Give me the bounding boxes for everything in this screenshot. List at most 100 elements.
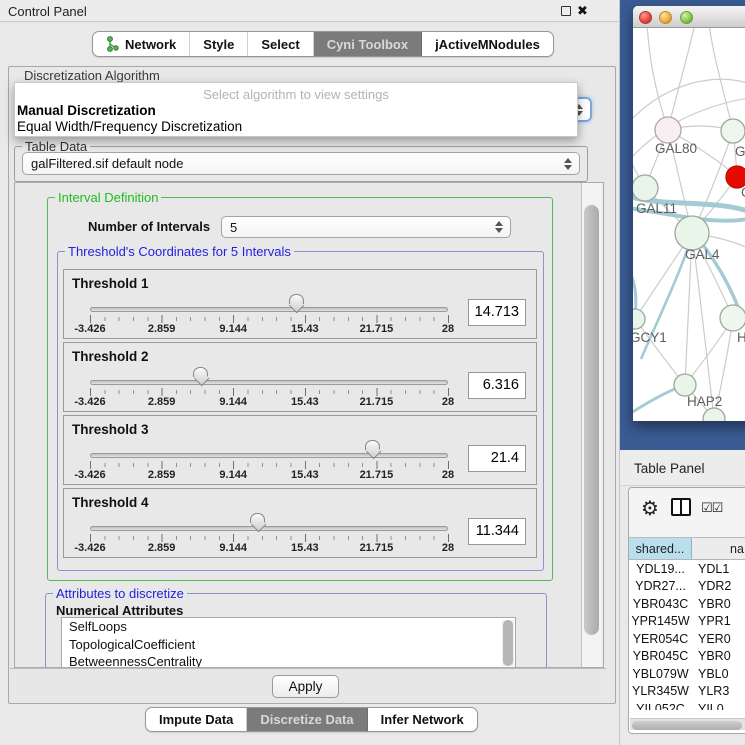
- network-node-gal11[interactable]: [633, 175, 658, 201]
- network-node-top-right[interactable]: [721, 119, 745, 143]
- list-item-betweennesscentrality[interactable]: BetweennessCentrality: [62, 653, 515, 668]
- right-panel: GAL80 G. C GAL11 GAL4 GCY1 H HAP2 Table …: [620, 0, 745, 745]
- node-label-gal4: GAL4: [685, 247, 720, 262]
- number-of-intervals-combobox[interactable]: 5: [221, 216, 511, 238]
- node-label-h: H: [737, 330, 745, 345]
- tick-label: 15.43: [291, 396, 319, 408]
- tab-discretize-data[interactable]: Discretize Data: [247, 708, 367, 731]
- algorithm-group-title: Discretization Algorithm: [24, 68, 160, 83]
- threshold-2-row: Threshold 2 -3.4262.8599.14415.4321.7152…: [63, 342, 537, 412]
- tick-label: -3.426: [74, 469, 105, 481]
- threshold-3-tick-labels: -3.4262.8599.14415.4321.71528: [90, 469, 448, 481]
- threshold-4-slider-thumb[interactable]: [250, 513, 265, 523]
- list-item-topologicalcoefficient[interactable]: TopologicalCoefficient: [62, 636, 515, 654]
- threshold-1-slider-thumb[interactable]: [289, 294, 304, 304]
- option-manual-discretization[interactable]: Manual Discretization: [15, 102, 577, 118]
- threshold-2-tick-labels: -3.4262.8599.14415.4321.71528: [90, 396, 448, 408]
- tick-label: 28: [442, 396, 454, 408]
- network-node-hap2[interactable]: [674, 374, 696, 396]
- table-row[interactable]: YBR045CYBR0: [629, 648, 745, 666]
- network-node-right-mid[interactable]: [720, 305, 745, 331]
- table-data-value: galFiltered.sif default node: [31, 156, 183, 171]
- threshold-3-slider-thumb[interactable]: [365, 440, 380, 450]
- table-row[interactable]: YBR043CYBR0: [629, 595, 745, 613]
- close-icon[interactable]: ✖: [577, 3, 588, 19]
- table-row[interactable]: YLR345WYLR3: [629, 683, 745, 701]
- attributes-group-title: Attributes to discretize: [53, 586, 187, 601]
- interval-definition-title: Interval Definition: [55, 190, 161, 205]
- tick-label: 2.859: [148, 469, 176, 481]
- threshold-2-slider-thumb[interactable]: [193, 367, 208, 377]
- apply-strip: Apply: [10, 668, 606, 702]
- list-item-selfloops[interactable]: SelfLoops: [62, 618, 515, 636]
- threshold-3-value-field[interactable]: 21.4: [468, 445, 526, 472]
- network-window-titlebar[interactable]: [633, 6, 745, 28]
- threshold-1-label: Threshold 1: [72, 276, 149, 291]
- thresholds-group-title: Threshold's Coordinates for 5 Intervals: [65, 244, 294, 259]
- tick-label: 21.715: [360, 396, 394, 408]
- threshold-1-ticks: [90, 315, 449, 323]
- tick-label: -3.426: [74, 542, 105, 554]
- threshold-1-slider-track[interactable]: [90, 307, 448, 312]
- table-toolbar: ⚙ ☑☑: [629, 488, 745, 537]
- close-traffic-light-icon[interactable]: [639, 11, 652, 24]
- tab-infer-network[interactable]: Infer Network: [368, 708, 477, 731]
- network-view-window: GAL80 G. C GAL11 GAL4 GCY1 H HAP2: [633, 6, 745, 421]
- settings-scroll-area: Interval Definition Number of Intervals …: [14, 182, 604, 668]
- threshold-3-slider-track[interactable]: [90, 453, 448, 458]
- tick-label: 28: [442, 469, 454, 481]
- tab-impute-data[interactable]: Impute Data: [146, 708, 247, 731]
- table-row[interactable]: YDR27...YDR2: [629, 578, 745, 596]
- column-header-shared-name[interactable]: shared...: [629, 538, 692, 559]
- table-horizontal-scrollbar[interactable]: [630, 718, 745, 730]
- settings-vertical-scrollbar[interactable]: [581, 183, 602, 667]
- threshold-4-value-field[interactable]: 11.344: [468, 518, 526, 545]
- network-node-gcy1[interactable]: [633, 309, 645, 329]
- threshold-4-ticks: [90, 534, 449, 542]
- option-equal-width-frequency[interactable]: Equal Width/Frequency Discretization: [15, 118, 577, 134]
- network-node-gal80[interactable]: [655, 117, 681, 143]
- table-row[interactable]: YIL052CYIL0: [629, 700, 745, 710]
- table-row[interactable]: YBL079WYBL0: [629, 665, 745, 683]
- float-window-icon[interactable]: [561, 6, 571, 16]
- table-panel-title: Table Panel: [634, 461, 705, 476]
- tab-select[interactable]: Select: [248, 32, 313, 56]
- network-node-gal4[interactable]: [675, 216, 709, 250]
- network-canvas[interactable]: GAL80 G. C GAL11 GAL4 GCY1 H HAP2: [633, 28, 745, 421]
- number-of-intervals-label: Number of Intervals: [85, 219, 213, 234]
- table-panel-titlebar: Table Panel: [620, 450, 745, 486]
- apply-button[interactable]: Apply: [272, 675, 339, 698]
- threshold-3-label: Threshold 3: [72, 422, 149, 437]
- tab-network[interactable]: Network: [93, 32, 190, 56]
- tab-cyni-toolbox[interactable]: Cyni Toolbox: [314, 32, 422, 56]
- threshold-1-tick-labels: -3.4262.8599.14415.4321.71528: [90, 323, 448, 335]
- threshold-2-label: Threshold 2: [72, 349, 149, 364]
- gear-icon[interactable]: ⚙: [641, 496, 659, 521]
- threshold-1-value-field[interactable]: 14.713: [468, 299, 526, 326]
- zoom-traffic-light-icon[interactable]: [680, 11, 693, 24]
- columns-icon[interactable]: [671, 498, 691, 516]
- table-row[interactable]: YER054CYER0: [629, 630, 745, 648]
- threshold-2-slider-track[interactable]: [90, 380, 448, 385]
- tick-label: 28: [442, 323, 454, 335]
- threshold-2-value-field[interactable]: 6.316: [468, 372, 526, 399]
- table-data-combobox[interactable]: galFiltered.sif default node: [22, 152, 580, 175]
- tab-jactivemnodules[interactable]: jActiveMNodules: [422, 32, 553, 56]
- number-of-intervals-value: 5: [230, 220, 237, 235]
- tick-label: 9.144: [219, 396, 247, 408]
- tick-label: -3.426: [74, 396, 105, 408]
- threshold-4-label: Threshold 4: [72, 495, 149, 510]
- table-row[interactable]: YPR145WYPR1: [629, 613, 745, 631]
- bottom-tabbar: Impute Data Discretize Data Infer Networ…: [145, 707, 478, 732]
- column-header-name[interactable]: na: [692, 538, 745, 559]
- threshold-1-row: Threshold 1 -3.4262.8599.14415.4321.7152…: [63, 269, 537, 339]
- attributes-list-scrollbar[interactable]: [502, 620, 514, 666]
- minimize-traffic-light-icon[interactable]: [659, 11, 672, 24]
- tab-network-label: Network: [125, 37, 176, 52]
- threshold-3-ticks: [90, 461, 449, 469]
- threshold-4-slider-track[interactable]: [90, 526, 448, 531]
- algorithm-placeholder: Select algorithm to view settings: [15, 83, 577, 102]
- tab-style[interactable]: Style: [190, 32, 248, 56]
- select-columns-icon[interactable]: ☑☑: [701, 500, 722, 516]
- table-row[interactable]: YDL19...YDL1: [629, 560, 745, 578]
